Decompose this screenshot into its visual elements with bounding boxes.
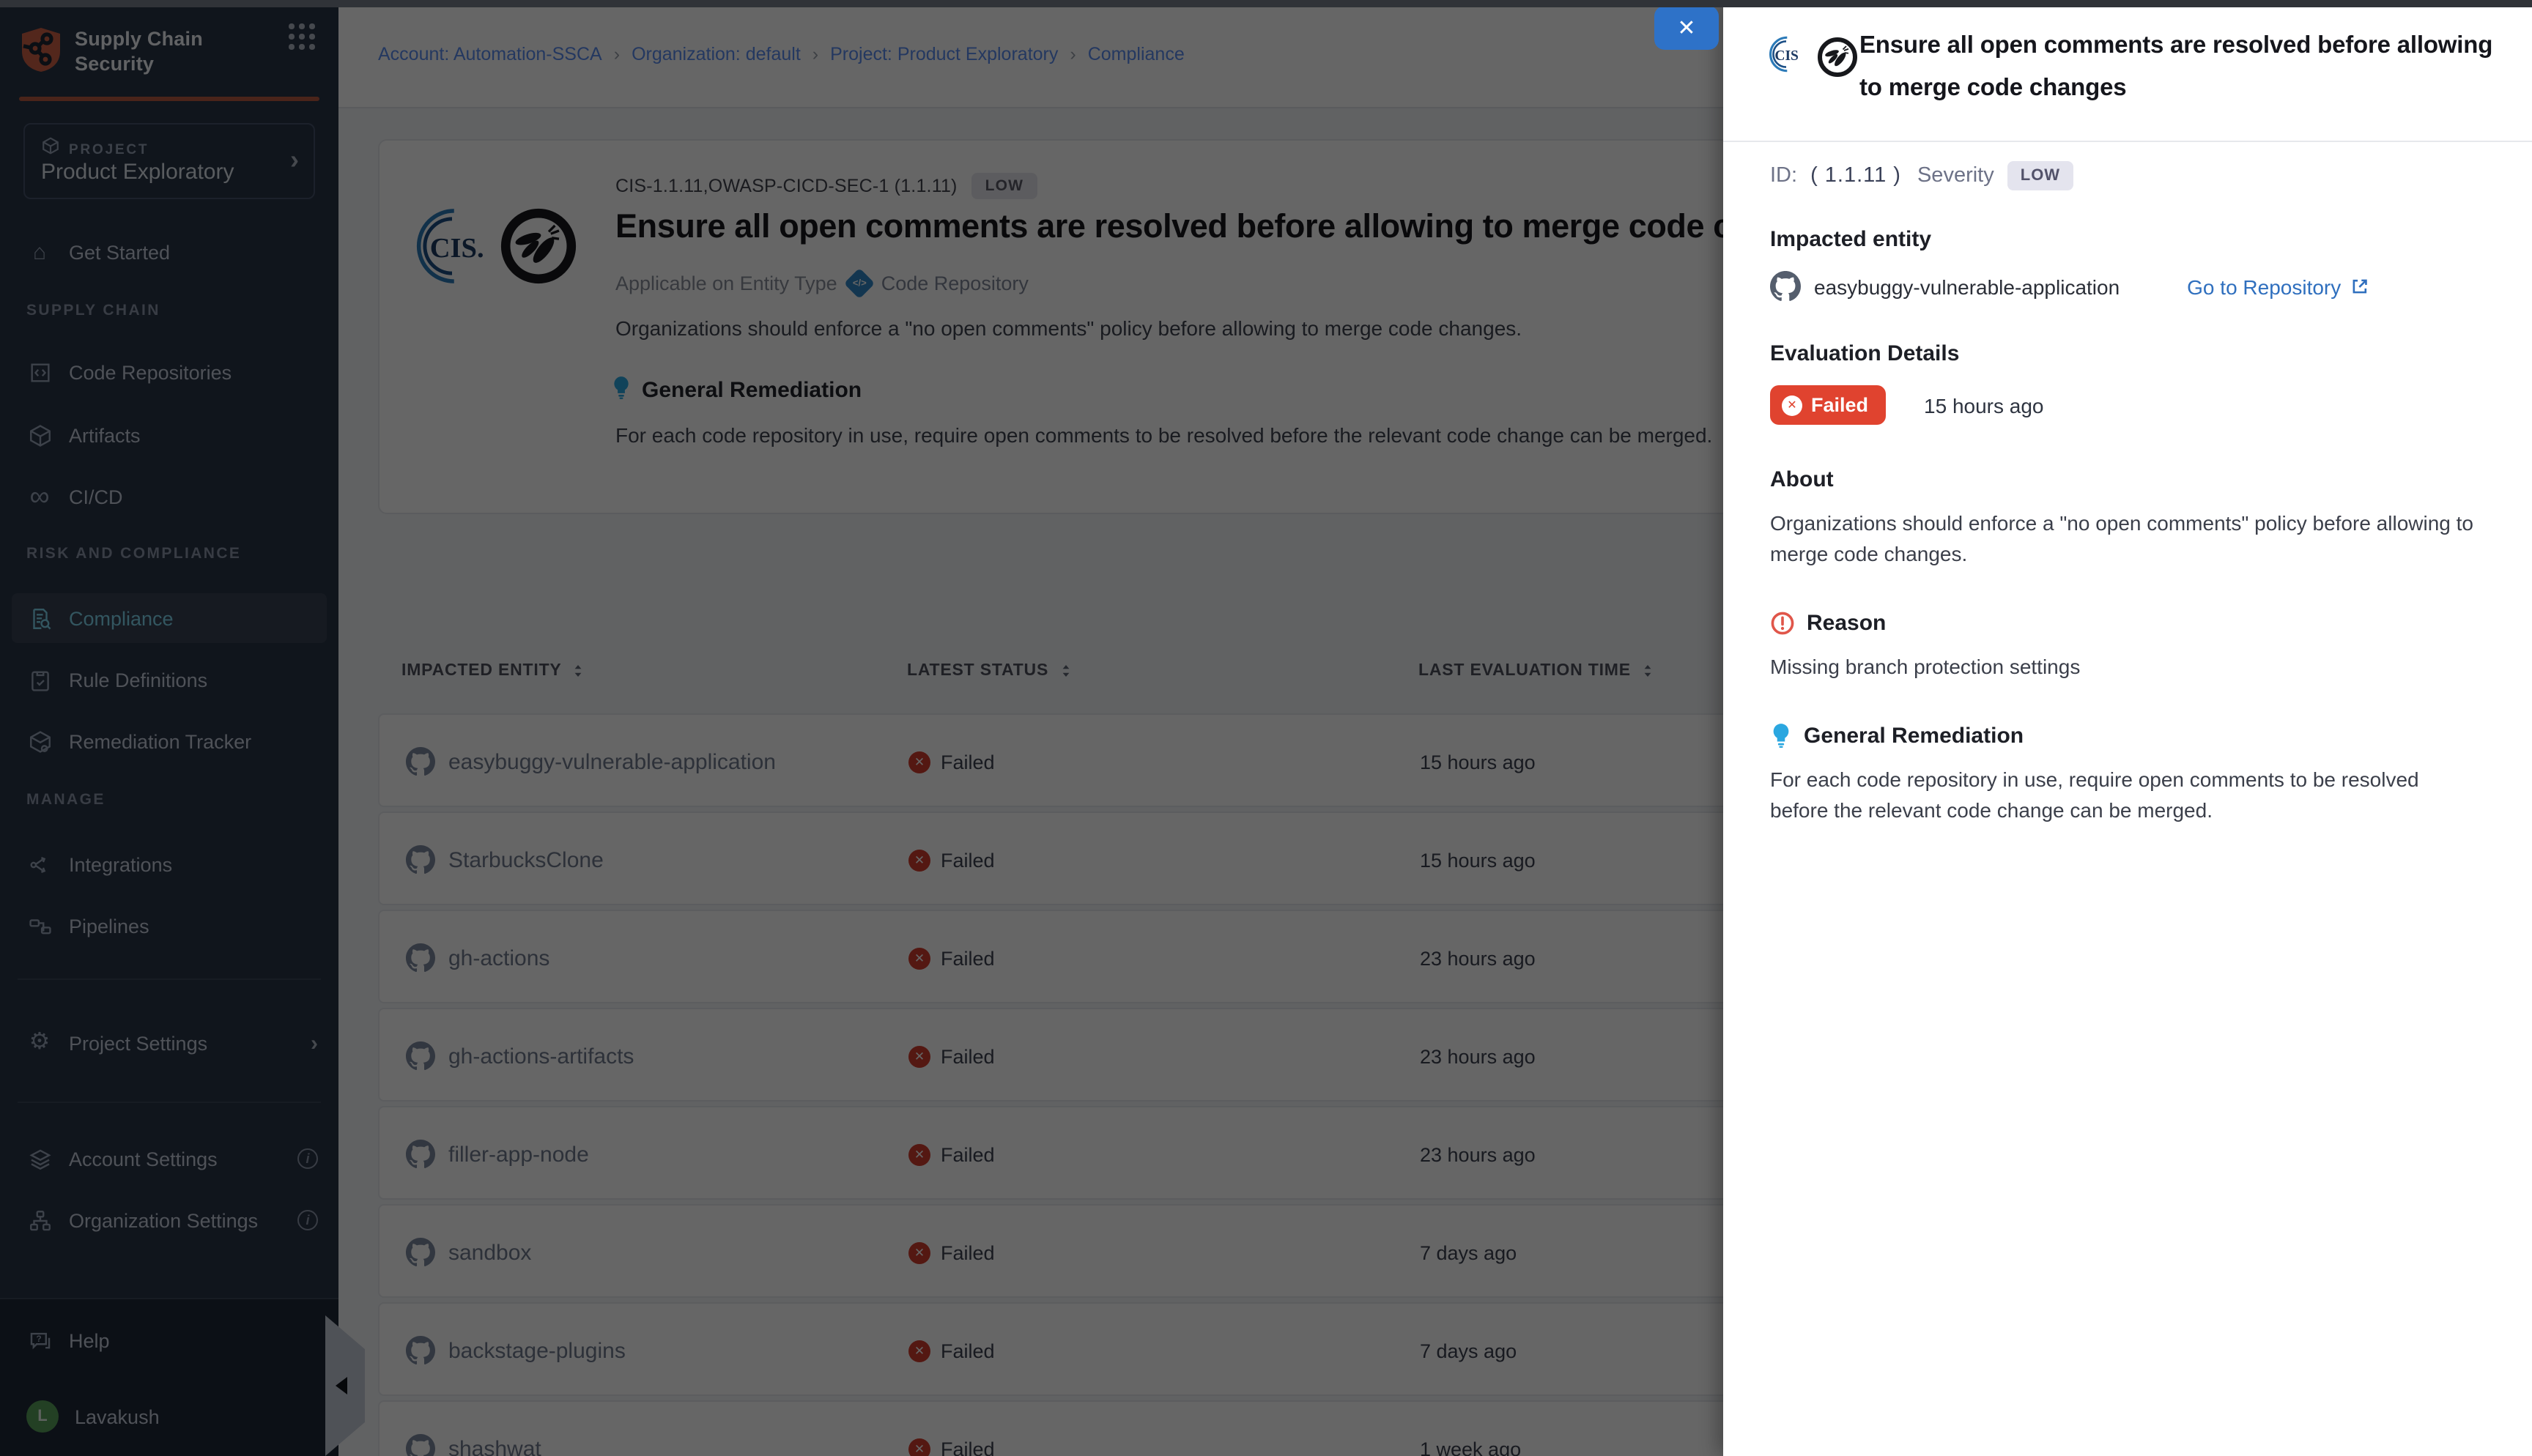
go-to-repository-link[interactable]: Go to Repository [2187, 275, 2369, 298]
remediation-text: For each code repository in use, require… [1770, 765, 2476, 826]
severity-badge: LOW [2007, 161, 2073, 190]
owasp-logo [1815, 35, 1859, 79]
entity-name: easybuggy-vulnerable-application [1814, 275, 2120, 298]
alert-circle-icon [1770, 611, 1795, 636]
about-heading: About [1770, 467, 2497, 492]
rule-detail-drawer: ✕ CIS Ensure all open comments are resol… [1723, 0, 2532, 1456]
reason-heading-row: Reason [1770, 611, 2497, 636]
impacted-entity-row: easybuggy-vulnerable-application Go to R… [1770, 271, 2497, 302]
failed-status-badge: ✕ Failed [1770, 385, 1886, 425]
about-text: Organizations should enforce a "no open … [1770, 508, 2476, 570]
reason-heading: Reason [1807, 611, 1886, 636]
remediation-heading-row: General Remediation [1770, 722, 2497, 749]
id-label: ID: [1770, 164, 1797, 187]
evaluation-details-heading: Evaluation Details [1770, 341, 2497, 366]
remediation-heading: General Remediation [1804, 723, 2024, 748]
close-icon: ✕ [1677, 15, 1695, 41]
drawer-body: ID: ( 1.1.11 ) Severity LOW Impacted ent… [1723, 161, 2532, 826]
drawer-logos: CIS [1767, 25, 1859, 141]
cis-logo: CIS [1767, 35, 1805, 73]
window-top-strip [0, 0, 2532, 7]
severity-label: Severity [1917, 164, 1994, 187]
drawer-header: CIS Ensure all open comments are resolve… [1723, 0, 2532, 142]
circle-x-icon: ✕ [1782, 395, 1802, 415]
rule-id-row: ID: ( 1.1.11 ) Severity LOW [1770, 161, 2497, 190]
evaluation-time: 15 hours ago [1924, 393, 2043, 417]
drawer-rule-title: Ensure all open comments are resolved be… [1859, 25, 2500, 141]
modal-dim-overlay[interactable] [0, 0, 1723, 1456]
impacted-entity-heading: Impacted entity [1770, 227, 2497, 252]
app-root: Supply Chain Security PROJECT Product Ex… [0, 0, 2532, 1456]
close-drawer-button[interactable]: ✕ [1654, 6, 1719, 50]
id-value: ( 1.1.11 ) [1810, 164, 1901, 187]
svg-text:CIS: CIS [1774, 48, 1799, 64]
external-link-icon [2350, 277, 2369, 296]
reason-text: Missing branch protection settings [1770, 652, 2476, 683]
evaluation-row: ✕ Failed 15 hours ago [1770, 385, 2497, 425]
github-icon [1770, 271, 1801, 302]
bulb-icon [1770, 722, 1792, 749]
